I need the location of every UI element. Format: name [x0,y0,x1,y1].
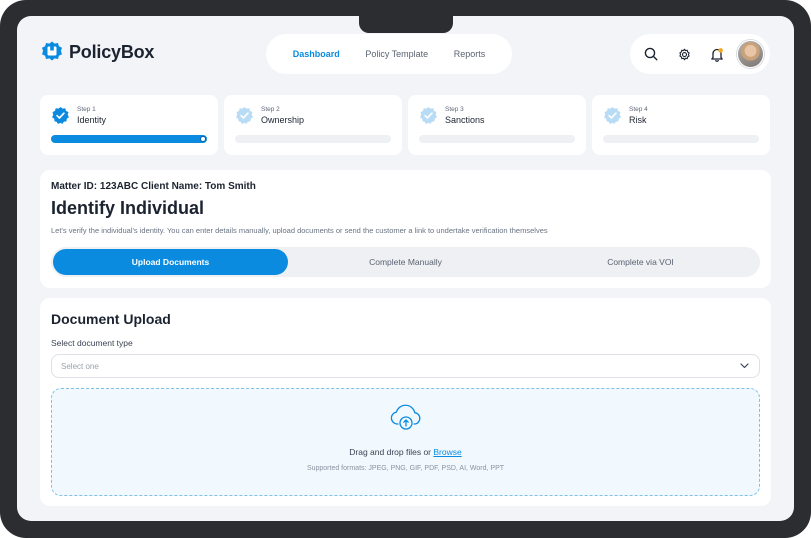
tab-complete-via-voi[interactable]: Complete via VOI [523,249,758,275]
step-number: Step 1 [77,106,96,113]
tab-upload-documents[interactable]: Upload Documents [53,249,288,275]
app-screen: PolicyBox Dashboard Policy Template Repo… [17,16,794,521]
step-progress-fill [51,135,207,143]
step-number: Step 3 [445,106,464,113]
header-actions [630,34,770,74]
nav-dashboard[interactable]: Dashboard [293,49,340,59]
step-number: Step 2 [261,106,280,113]
brand-logo[interactable]: PolicyBox [40,40,154,64]
step-card-ownership[interactable]: Step 2 Ownership [224,95,402,155]
nav-policy-template[interactable]: Policy Template [365,49,428,59]
search-icon [645,47,658,61]
step-progress-track [419,135,575,143]
step-name: Sanctions [445,115,485,125]
section-title: Document Upload [51,311,171,327]
check-badge-icon [52,106,69,124]
step-progress-knob [200,136,206,142]
document-type-label: Select document type [51,338,133,348]
identify-individual-card: Matter ID: 123ABC Client Name: Tom Smith… [40,170,771,288]
avatar[interactable] [736,40,764,68]
browse-link[interactable]: Browse [433,447,461,457]
supported-formats: Supported formats: JPEG, PNG, GIF, PDF, … [306,465,505,472]
camera-notch [359,13,453,33]
policybox-logo-icon [42,41,62,61]
document-upload-card: Document Upload Select document type Sel… [40,298,771,506]
step-name: Identity [77,115,107,125]
gear-icon [679,48,690,60]
step-card-sanctions[interactable]: Step 3 Sanctions [408,95,586,155]
check-badge-icon [236,106,253,124]
verification-method-tabs: Upload Documents Complete Manually Compl… [51,247,760,277]
page-title: Identify Individual [51,198,205,218]
document-type-select[interactable]: Select one [51,354,760,378]
cloud-upload-icon [390,404,420,430]
settings-button[interactable] [669,38,700,70]
bell-icon [711,47,724,62]
device-frame: PolicyBox Dashboard Policy Template Repo… [0,0,811,538]
search-button[interactable] [636,38,667,70]
tab-complete-manually[interactable]: Complete Manually [288,249,523,275]
check-badge-icon [604,106,621,124]
nav-reports[interactable]: Reports [454,49,486,59]
select-placeholder: Select one [61,361,99,371]
check-badge-icon [420,106,437,124]
matter-info: Matter ID: 123ABC Client Name: Tom Smith [51,181,256,192]
notifications-button[interactable] [702,38,733,70]
step-name: Ownership [261,115,305,125]
step-progress-track [235,135,391,143]
file-dropzone[interactable]: Drag and drop files or Browse Supported … [51,388,760,496]
step-card-identity[interactable]: Step 1 Identity [40,95,218,155]
step-name: Risk [629,115,647,125]
identity-description: Let's verify the individual's identity. … [51,226,548,235]
top-navigation: Dashboard Policy Template Reports [266,34,512,74]
step-progress-track [51,135,207,143]
step-card-risk[interactable]: Step 4 Risk [592,95,770,155]
chevron-down-icon [740,363,749,369]
drop-instruction: Drag and drop files or [349,447,432,457]
brand-name: PolicyBox [69,41,155,62]
step-progress-track [603,135,759,143]
step-number: Step 4 [629,106,648,113]
dropzone-text: Drag and drop files or Browse [349,447,461,457]
